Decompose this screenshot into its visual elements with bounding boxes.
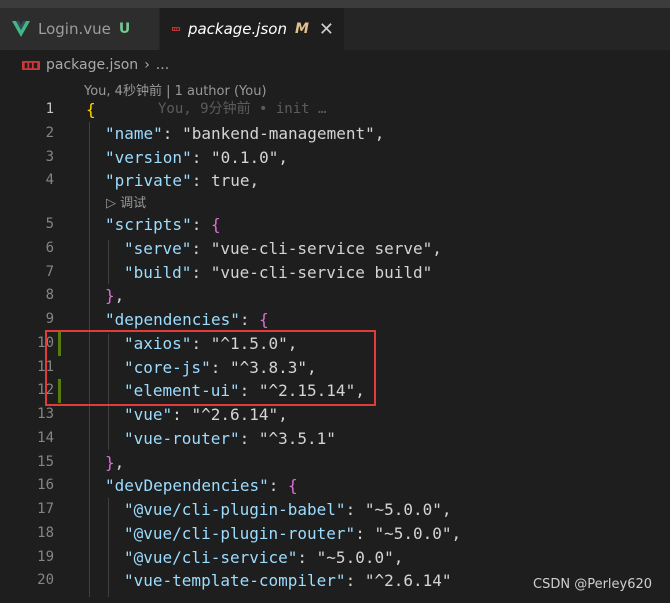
code-text: },: [105, 452, 125, 472]
code-text: "vue-template-compiler": "^2.6.14": [124, 571, 452, 591]
line-number: 3: [45, 148, 54, 165]
debug-codelens[interactable]: ▷ 调试: [106, 192, 146, 215]
code-line[interactable]: 17 "@vue/cli-plugin-babel": "~5.0.0",: [0, 498, 670, 522]
line-number: 19: [37, 548, 54, 565]
tab-label: package.json: [187, 20, 287, 38]
line-number: 7: [45, 263, 54, 280]
line-number: 4: [45, 172, 54, 189]
code-text: "@vue/cli-plugin-router": "~5.0.0",: [124, 523, 462, 543]
code-text: "@vue/cli-plugin-babel": "~5.0.0",: [124, 500, 452, 519]
line-number: 2: [45, 124, 54, 141]
line-number: 6: [45, 239, 54, 256]
modified-badge: M: [294, 21, 309, 37]
line-number: 14: [37, 429, 54, 446]
vue-icon: [12, 21, 30, 37]
line-number: 5: [45, 216, 54, 232]
breadcrumb: package.json › ...: [0, 52, 670, 78]
chevron-right-icon: ›: [144, 57, 150, 73]
line-number: 9: [45, 311, 54, 327]
tab-label: Login.vue: [38, 20, 111, 38]
line-number: 20: [37, 572, 54, 589]
code-line[interactable]: 5 "scripts": {: [0, 213, 670, 237]
code-line[interactable]: 9 "dependencies": {: [0, 308, 670, 332]
code-text: },: [105, 286, 125, 306]
code-line[interactable]: 19 "@vue/cli-service": "~5.0.0",: [0, 546, 670, 570]
untracked-badge: U: [118, 21, 131, 37]
code-text: "vue": "^2.6.14",: [124, 405, 288, 424]
code-text: "scripts": {: [105, 215, 221, 234]
close-icon[interactable]: ✕: [319, 19, 334, 40]
editor-tab-bar: Login.vue U package.json M ✕: [0, 0, 670, 50]
code-line[interactable]: 18 "@vue/cli-plugin-router": "~5.0.0",: [0, 522, 670, 546]
inline-blame: You, 9分钟前 • init …: [158, 101, 327, 117]
code-text: "private": true,: [105, 171, 260, 191]
code-text: "name": "bankend-management",: [105, 123, 385, 143]
breadcrumb-file[interactable]: package.json: [46, 57, 138, 73]
code-text: {: [86, 100, 96, 119]
code-text: "serve": "vue-cli-service serve",: [124, 238, 442, 258]
line-number: 18: [37, 524, 54, 541]
code-line[interactable]: 13 "vue": "^2.6.14",: [0, 403, 670, 427]
code-line[interactable]: 3 "version": "0.1.0",: [0, 146, 670, 170]
line-number: 16: [37, 477, 54, 494]
code-text: "build": "vue-cli-service build": [124, 262, 433, 282]
code-line[interactable]: 1 { You, 9分钟前 • init …: [0, 98, 670, 122]
highlight-box: [45, 330, 376, 406]
code-text: "vue-router": "^3.5.1": [124, 428, 336, 448]
line-number: 1: [45, 101, 54, 117]
code-line[interactable]: 15},: [0, 451, 670, 475]
code-text: "devDependencies": {: [105, 476, 298, 496]
code-line[interactable]: 16 "devDependencies": {: [0, 474, 670, 498]
code-text: "dependencies": {: [105, 310, 269, 329]
code-text: "version": "0.1.0",: [105, 147, 289, 167]
code-line[interactable]: 4 "private": true,: [0, 169, 670, 193]
code-line[interactable]: 8},: [0, 284, 670, 308]
tab-login-vue[interactable]: Login.vue U: [0, 8, 160, 50]
line-number: 8: [45, 287, 54, 304]
watermark: CSDN @Perley620: [533, 577, 653, 592]
line-number: 17: [37, 501, 54, 517]
code-line[interactable]: 14 "vue-router": "^3.5.1": [0, 427, 670, 451]
code-line[interactable]: 6 "serve": "vue-cli-service serve",: [0, 237, 670, 261]
line-number: 15: [37, 453, 54, 470]
json-icon: [22, 60, 40, 70]
code-line[interactable]: 7 "build": "vue-cli-service build": [0, 261, 670, 285]
code-text: "@vue/cli-service": "~5.0.0",: [124, 547, 404, 567]
git-blame-header[interactable]: You, 4秒钟前 | 1 author (You): [84, 80, 267, 99]
breadcrumb-more[interactable]: ...: [156, 57, 169, 73]
line-number: 13: [37, 406, 54, 422]
tab-package-json[interactable]: package.json M ✕: [160, 8, 344, 50]
json-icon: [172, 27, 180, 31]
code-line[interactable]: 2 "name": "bankend-management",: [0, 122, 670, 146]
